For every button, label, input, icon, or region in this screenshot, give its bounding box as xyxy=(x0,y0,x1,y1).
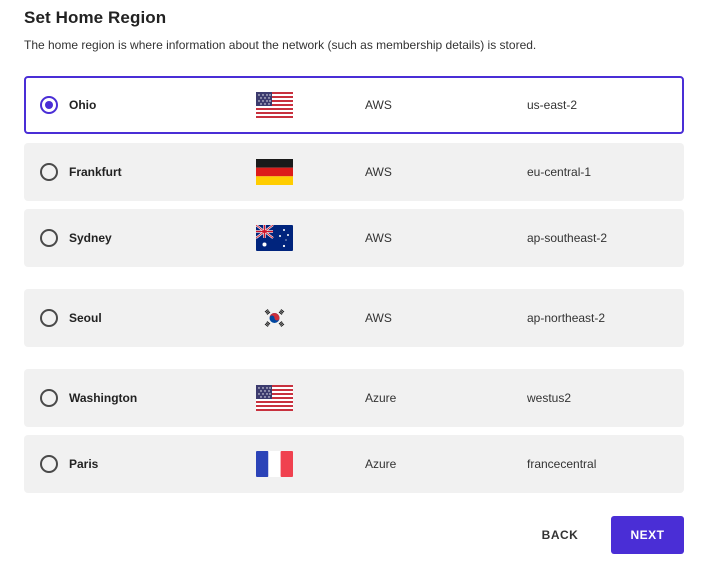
region-code: francecentral xyxy=(527,457,597,471)
page-title: Set Home Region xyxy=(24,8,167,27)
region-code: ap-southeast-2 xyxy=(527,231,608,245)
region-provider: AWS xyxy=(365,165,392,179)
radio-button[interactable] xyxy=(40,229,58,247)
region-option-sydney[interactable]: Sydney AWS ap-southeast-2 xyxy=(24,209,684,267)
region-city: Frankfurt xyxy=(69,165,122,179)
radio-button[interactable] xyxy=(40,309,58,327)
region-code: westus2 xyxy=(527,391,572,405)
region-city: Paris xyxy=(69,457,99,471)
radio-button[interactable] xyxy=(40,96,58,114)
region-city: Sydney xyxy=(69,231,112,245)
region-provider: AWS xyxy=(365,311,392,325)
region-code: eu-central-1 xyxy=(527,165,592,179)
region-provider: Azure xyxy=(365,457,397,471)
region-code: us-east-2 xyxy=(527,98,578,112)
us-flag-icon xyxy=(256,385,293,411)
region-city: Ohio xyxy=(69,98,97,112)
us-flag-icon xyxy=(256,92,293,118)
region-option-frankfurt[interactable]: Frankfurt AWS eu-central-1 xyxy=(24,143,684,201)
france-flag-icon xyxy=(256,451,293,477)
page-subtitle: The home region is where information abo… xyxy=(24,38,537,52)
south-korea-flag-icon xyxy=(256,305,293,331)
region-city: Washington xyxy=(69,391,138,405)
radio-button[interactable] xyxy=(40,455,58,473)
region-provider: AWS xyxy=(365,231,392,245)
region-code: ap-northeast-2 xyxy=(527,311,606,325)
germany-flag-icon xyxy=(256,159,293,185)
region-option-seoul[interactable]: Seoul AWS ap-northeast-2 xyxy=(24,289,684,347)
region-provider: Azure xyxy=(365,391,397,405)
radio-button[interactable] xyxy=(40,163,58,181)
region-option-washington[interactable]: Washington Azure westus2 xyxy=(24,369,684,427)
australia-flag-icon xyxy=(256,225,293,251)
next-button[interactable]: NEXT xyxy=(611,516,684,554)
radio-button[interactable] xyxy=(40,389,58,407)
back-button[interactable]: BACK xyxy=(530,516,590,554)
region-option-paris[interactable]: Paris Azure francecentral xyxy=(24,435,684,493)
region-provider: AWS xyxy=(365,98,392,112)
region-option-ohio[interactable]: Ohio AWS us-east-2 xyxy=(24,76,684,134)
region-city: Seoul xyxy=(69,311,102,325)
